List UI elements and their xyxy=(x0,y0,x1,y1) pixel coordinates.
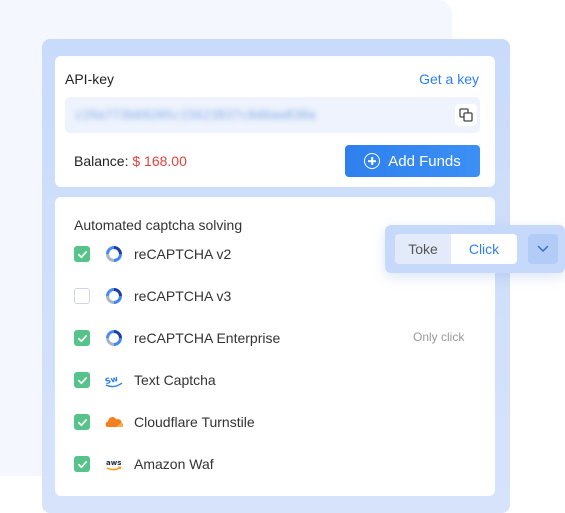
captcha-row-recaptcha-v2: reCAPTCHA v2 xyxy=(74,242,231,266)
mode-toggle: Toke Click xyxy=(385,225,565,273)
mode-dropdown-button[interactable] xyxy=(528,234,558,264)
svg-text:Sw: Sw xyxy=(104,374,120,386)
recaptcha-v3-label: reCAPTCHA v3 xyxy=(134,288,232,304)
api-key-card: API-key Get a key c29a773b69205c15623837… xyxy=(55,56,495,187)
recaptcha-icon xyxy=(104,244,124,264)
cloudflare-turnstile-checkbox[interactable] xyxy=(74,414,90,430)
check-icon xyxy=(77,376,87,384)
captcha-list-title: Automated captcha solving xyxy=(74,217,243,233)
recaptcha-icon xyxy=(104,286,124,306)
api-key-label: API-key xyxy=(65,71,115,87)
copy-button[interactable] xyxy=(455,104,477,126)
chevron-down-icon xyxy=(537,245,549,253)
captcha-row-cloudflare-turnstile: Cloudflare Turnstile xyxy=(74,410,255,434)
text-captcha-icon: Sw xyxy=(104,370,124,390)
aws-icon: aws xyxy=(104,454,124,474)
copy-icon xyxy=(459,108,473,122)
captcha-row-recaptcha-enterprise: reCAPTCHA Enterprise xyxy=(74,326,280,350)
amazon-waf-label: Amazon Waf xyxy=(134,456,214,472)
captcha-row-amazon-waf: aws Amazon Waf xyxy=(74,452,214,476)
text-captcha-checkbox[interactable] xyxy=(74,372,90,388)
balance: Balance: $ 168.00 xyxy=(74,153,187,169)
recaptcha-v2-checkbox[interactable] xyxy=(74,246,90,262)
amazon-waf-checkbox[interactable] xyxy=(74,456,90,472)
cloudflare-icon xyxy=(104,412,124,432)
recaptcha-icon xyxy=(104,328,124,348)
recaptcha-v2-label: reCAPTCHA v2 xyxy=(134,246,232,262)
check-icon xyxy=(77,460,87,468)
cloudflare-turnstile-label: Cloudflare Turnstile xyxy=(134,414,255,430)
balance-value: $ 168.00 xyxy=(132,153,187,169)
recaptcha-v3-checkbox[interactable] xyxy=(74,288,90,304)
mode-option-toke[interactable]: Toke xyxy=(395,234,451,264)
text-captcha-label: Text Captcha xyxy=(134,372,216,388)
api-key-value: c29a773b69205c15623837c0d6aa838a xyxy=(75,108,316,122)
add-funds-label: Add Funds xyxy=(388,152,461,170)
captcha-row-text-captcha: Sw Text Captcha xyxy=(74,368,216,392)
check-icon xyxy=(77,418,87,426)
only-click-note: Only click xyxy=(413,330,465,344)
api-key-field[interactable]: c29a773b69205c15623837c0d6aa838a xyxy=(65,97,480,133)
balance-label: Balance: xyxy=(74,153,133,169)
check-icon xyxy=(77,250,87,258)
get-key-link[interactable]: Get a key xyxy=(419,71,479,87)
captcha-row-recaptcha-v3: reCAPTCHA v3 xyxy=(74,284,231,308)
add-funds-button[interactable]: Add Funds xyxy=(345,145,480,177)
recaptcha-enterprise-checkbox[interactable] xyxy=(74,330,90,346)
svg-text:aws: aws xyxy=(106,459,121,467)
recaptcha-enterprise-label: reCAPTCHA Enterprise xyxy=(134,330,281,346)
check-icon xyxy=(77,334,87,342)
mode-option-click[interactable]: Click xyxy=(451,234,517,264)
plus-circle-icon xyxy=(364,153,381,169)
